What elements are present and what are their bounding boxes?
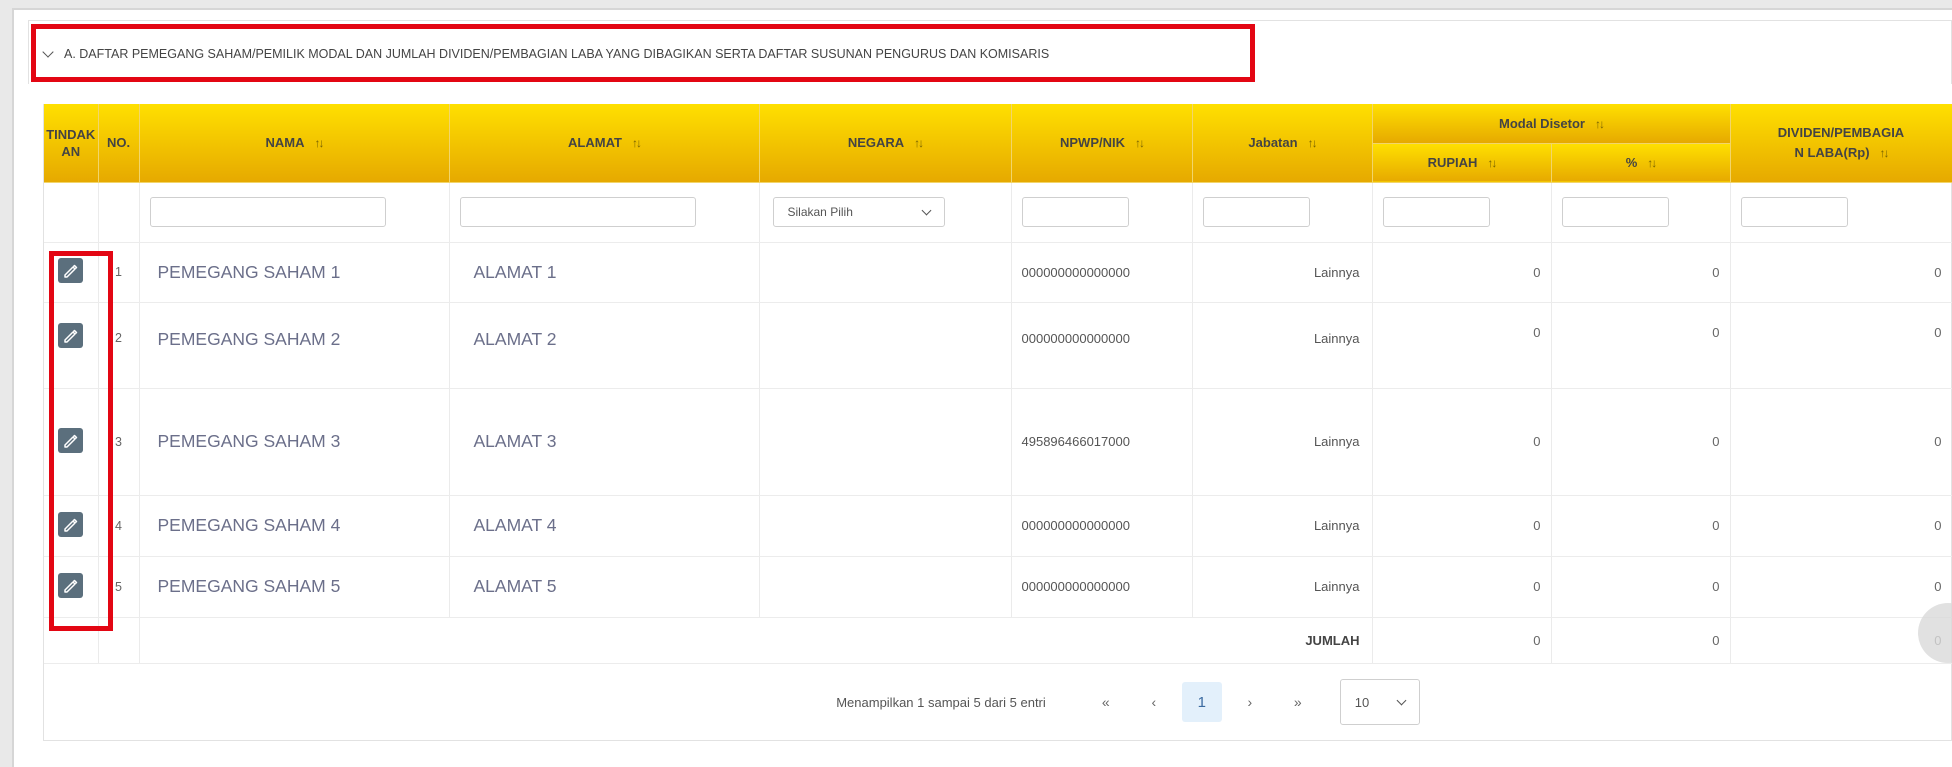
row-alamat: ALAMAT 3	[449, 388, 760, 496]
table-row: 4 PEMEGANG SAHAM 4 ALAMAT 4 000000000000…	[44, 495, 1952, 557]
last-page-button[interactable]: »	[1278, 682, 1318, 722]
first-page-button[interactable]: «	[1086, 682, 1126, 722]
row-jabatan: Lainnya	[1192, 388, 1373, 496]
row-persen: 0	[1551, 388, 1731, 496]
col-header-persen[interactable]: % ↑↓	[1551, 143, 1731, 183]
table-row: 1 PEMEGANG SAHAM 1 ALAMAT 1 000000000000…	[44, 242, 1952, 303]
row-rupiah: 0	[1372, 556, 1552, 618]
row-alamat: ALAMAT 2	[449, 302, 760, 389]
col-header-no: NO.	[98, 104, 140, 183]
row-jabatan: Lainnya	[1192, 495, 1373, 557]
row-nama: PEMEGANG SAHAM 3	[139, 388, 450, 496]
col-header-negara[interactable]: NEGARA ↑↓	[759, 104, 1012, 183]
row-rupiah: 0	[1372, 495, 1552, 557]
filter-nama-input[interactable]	[149, 197, 386, 227]
shareholder-table: TINDAK AN NO. NAMA ↑↓ ALAMAT ↑↓ NEGARA ↑↓ N…	[44, 104, 1952, 664]
row-npwp: 000000000000000	[1011, 556, 1193, 618]
sort-icon[interactable]: ↑↓	[1880, 146, 1890, 160]
filter-persen-input[interactable]	[1561, 197, 1669, 227]
row-jabatan: Lainnya	[1192, 302, 1373, 389]
row-alamat: ALAMAT 5	[449, 556, 760, 618]
row-jabatan: Lainnya	[1192, 556, 1373, 618]
row-persen: 0	[1551, 556, 1731, 618]
row-npwp: 000000000000000	[1011, 302, 1193, 389]
sort-icon[interactable]: ↑↓	[914, 136, 924, 150]
col-header-npwp[interactable]: NPWP/NIK ↑↓	[1011, 104, 1193, 183]
total-label: JUMLAH	[139, 617, 1373, 664]
row-alamat: ALAMAT 1	[449, 242, 760, 303]
prev-page-button[interactable]: ‹	[1134, 682, 1174, 722]
row-negara	[759, 495, 1012, 557]
chevron-down-icon	[1396, 695, 1407, 705]
total-rupiah: 0	[1372, 617, 1552, 664]
row-rupiah: 0	[1372, 388, 1552, 496]
row-jabatan: Lainnya	[1192, 242, 1373, 303]
filter-rupiah-input[interactable]	[1382, 197, 1490, 227]
filter-dividen-input[interactable]	[1740, 197, 1848, 227]
sort-icon[interactable]: ↑↓	[1135, 136, 1145, 150]
row-npwp: 000000000000000	[1011, 242, 1193, 303]
sort-icon[interactable]: ↑↓	[1595, 117, 1605, 131]
table-row: 3 PEMEGANG SAHAM 3 ALAMAT 3 495896466017…	[44, 388, 1952, 496]
actions-highlight-box	[49, 251, 113, 631]
title-highlight-box	[31, 24, 1255, 82]
row-dividen: 0	[1730, 556, 1952, 618]
row-nama: PEMEGANG SAHAM 4	[139, 495, 450, 557]
row-negara	[759, 242, 1012, 303]
row-negara	[759, 556, 1012, 618]
col-header-alamat[interactable]: ALAMAT ↑↓	[449, 104, 760, 183]
sort-icon[interactable]: ↑↓	[1308, 136, 1318, 150]
table-row: 5 PEMEGANG SAHAM 5 ALAMAT 5 000000000000…	[44, 556, 1952, 618]
chevron-down-icon	[921, 205, 931, 215]
sort-icon[interactable]: ↑↓	[1647, 156, 1657, 170]
table-row: 2 PEMEGANG SAHAM 2 ALAMAT 2 000000000000…	[44, 302, 1952, 389]
row-nama: PEMEGANG SAHAM 2	[139, 302, 450, 389]
row-dividen: 0	[1730, 495, 1952, 557]
next-page-button[interactable]: ›	[1230, 682, 1270, 722]
row-npwp: 000000000000000	[1011, 495, 1193, 557]
pagination: Menampilkan 1 sampai 5 dari 5 entri « ‹ …	[44, 664, 1952, 740]
row-dividen: 0	[1730, 242, 1952, 303]
row-dividen: 0	[1730, 302, 1952, 389]
row-nama: PEMEGANG SAHAM 5	[139, 556, 450, 618]
row-persen: 0	[1551, 495, 1731, 557]
sort-icon[interactable]: ↑↓	[632, 136, 642, 150]
col-header-tindakan: TINDAK AN	[44, 104, 99, 183]
filter-negara-select[interactable]: Silakan Pilih	[772, 197, 945, 227]
col-header-jabatan[interactable]: Jabatan ↑↓	[1192, 104, 1373, 183]
page-button-current[interactable]: 1	[1181, 682, 1222, 722]
col-header-dividen[interactable]: DIVIDEN/PEMBAGIA N LABA(Rp) ↑↓	[1730, 104, 1952, 183]
page-size-select[interactable]: 10	[1339, 679, 1420, 725]
row-alamat: ALAMAT 4	[449, 495, 760, 557]
row-negara	[759, 302, 1012, 389]
filter-alamat-input[interactable]	[459, 197, 696, 227]
row-negara	[759, 388, 1012, 496]
row-npwp: 495896466017000	[1011, 388, 1193, 496]
total-row: JUMLAH 0 0 0	[44, 617, 1952, 664]
filter-jabatan-input[interactable]	[1202, 197, 1310, 227]
filter-row: Silakan Pilih	[44, 182, 1952, 243]
col-header-rupiah[interactable]: RUPIAH ↑↓	[1372, 143, 1552, 183]
col-header-modal-disetor[interactable]: Modal Disetor ↑↓	[1372, 104, 1731, 144]
col-header-nama[interactable]: NAMA ↑↓	[139, 104, 450, 183]
row-persen: 0	[1551, 302, 1731, 389]
row-dividen: 0	[1730, 388, 1952, 496]
pagination-info: Menampilkan 1 sampai 5 dari 5 entri	[836, 694, 1046, 710]
sort-icon[interactable]: ↑↓	[1487, 156, 1497, 170]
sort-icon[interactable]: ↑↓	[315, 136, 325, 150]
total-persen: 0	[1551, 617, 1731, 664]
filter-npwp-input[interactable]	[1021, 197, 1129, 227]
row-rupiah: 0	[1372, 302, 1552, 389]
row-rupiah: 0	[1372, 242, 1552, 303]
row-nama: PEMEGANG SAHAM 1	[139, 242, 450, 303]
header-row: TINDAK AN NO. NAMA ↑↓ ALAMAT ↑↓ NEGARA ↑↓ N…	[44, 104, 1952, 183]
row-persen: 0	[1551, 242, 1731, 303]
